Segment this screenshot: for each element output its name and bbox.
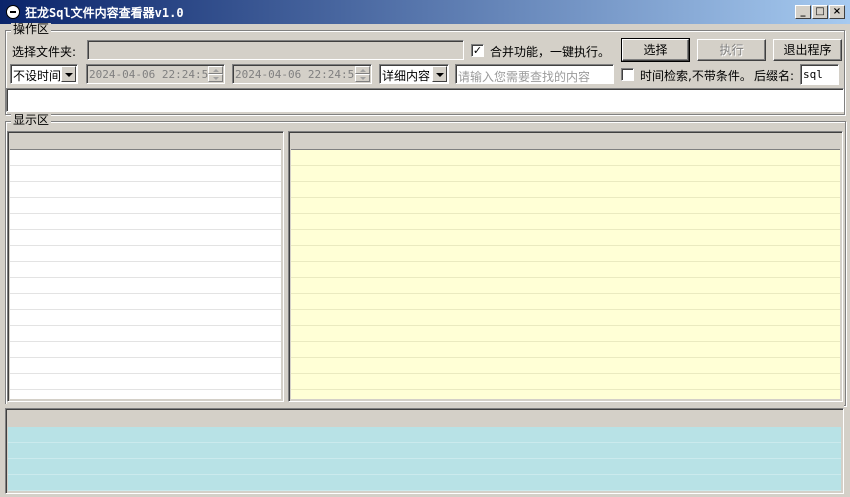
suffix-input[interactable]: sql [800,64,839,85]
start-datetime-value: 2024-04-06 22:24:57 [89,68,215,81]
exit-button[interactable]: 退出程序 [773,39,842,61]
folder-path-field[interactable] [87,40,464,60]
file-list-body[interactable] [10,150,281,399]
app-icon[interactable] [6,5,20,19]
status-line-field[interactable] [6,88,844,112]
result-list[interactable] [5,408,844,494]
display-group-label: 显示区 [11,113,52,127]
detail-mode-value: 详细内容 [382,69,431,83]
app-window: 狂龙Sql文件内容查看器v1.0 _ □ × 操作区 选择文件夹: ✓ 合并功能… [0,0,850,497]
time-mode-value: 不设时间 [13,69,62,83]
window-title: 狂龙Sql文件内容查看器v1.0 [25,6,184,20]
execute-button[interactable]: 执行 [697,39,766,61]
search-input[interactable]: 请输入您需要查找的内容 [455,64,614,84]
close-button[interactable]: × [829,5,845,19]
time-search-label: 时间检索,不带条件。 [640,69,752,83]
content-list-header[interactable] [291,134,840,150]
end-datetime-spinner[interactable] [355,66,370,82]
detail-mode-select[interactable]: 详细内容 [379,64,449,84]
start-datetime-picker[interactable]: 2024-04-06 22:24:57 [86,64,225,84]
minimize-button[interactable]: _ [795,5,811,19]
start-datetime-spinner[interactable] [208,66,223,82]
spin-up-icon[interactable] [208,66,223,74]
search-input-placeholder: 请输入您需要查找的内容 [458,70,591,84]
end-datetime-value: 2024-04-06 22:24:57 [235,68,361,81]
result-list-header[interactable] [8,411,841,428]
merge-checkbox-label: 合并功能，一键执行。 [490,45,611,59]
file-list[interactable] [7,131,284,402]
time-search-checkbox[interactable] [621,68,634,81]
result-list-body[interactable] [8,427,841,491]
content-list-body[interactable] [291,150,840,399]
title-bar[interactable]: 狂龙Sql文件内容查看器v1.0 _ □ × [0,0,850,24]
select-button[interactable]: 选择 [621,38,690,62]
chevron-down-icon[interactable] [432,66,447,82]
file-list-header[interactable] [10,134,281,150]
operation-group-label: 操作区 [11,22,52,36]
spin-down-icon[interactable] [208,74,223,82]
suffix-label: 后缀名: [754,69,795,83]
time-mode-select[interactable]: 不设时间 [10,64,78,84]
chevron-down-icon[interactable] [61,66,76,82]
maximize-button[interactable]: □ [812,5,828,19]
content-list[interactable] [288,131,843,402]
suffix-value: sql [803,68,823,81]
spin-up-icon[interactable] [355,66,370,74]
folder-label: 选择文件夹: [12,45,77,59]
merge-checkbox[interactable]: ✓ [471,44,484,57]
spin-down-icon[interactable] [355,74,370,82]
end-datetime-picker[interactable]: 2024-04-06 22:24:57 [232,64,372,84]
